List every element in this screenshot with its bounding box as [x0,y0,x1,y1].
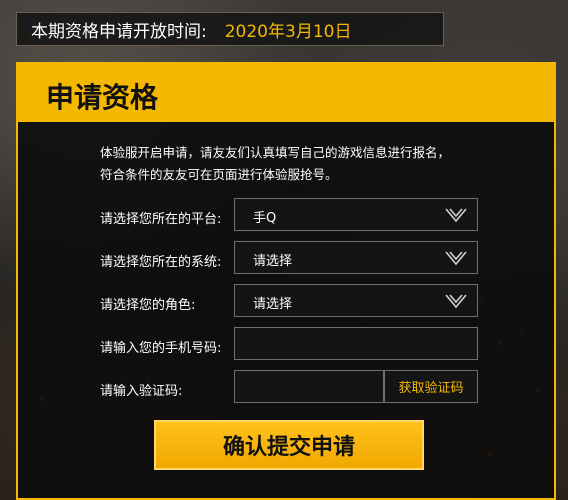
application-period-date: 2020年3月10日 [224,21,352,42]
verification-code-input[interactable] [234,370,384,403]
system-label: 请选择您所在的系统: [100,255,222,270]
submit-application-button[interactable]: 确认提交申请 [154,420,424,470]
application-period-label: 本期资格申请开放时间: [31,21,207,42]
role-label: 请选择您的角色: [100,298,196,313]
role-select[interactable]: 请选择 [234,284,478,317]
phone-label: 请输入您的手机号码: [100,341,222,356]
platform-label: 请选择您所在的平台: [100,212,222,227]
chevron-down-icon [445,251,467,266]
intro-line-2: 符合条件的友友可在页面进行体验服抢号。 [100,167,338,182]
application-panel: 申请资格 体验服开启申请，请友友们认真填写自己的游戏信息进行报名， 符合条件的友… [16,62,556,500]
chevron-down-icon [445,294,467,309]
platform-select[interactable]: 手Q [234,198,478,231]
panel-title: 申请资格 [46,81,159,114]
intro-line-1: 体验服开启申请，请友友们认真填写自己的游戏信息进行报名， [100,145,451,160]
application-period-banner: 本期资格申请开放时间: 2020年3月10日 [16,12,444,46]
code-label: 请输入验证码: [100,384,183,399]
phone-input[interactable] [234,327,478,360]
role-select-value: 请选择 [253,297,293,312]
system-select[interactable]: 请选择 [234,241,478,274]
system-select-value: 请选择 [253,254,293,269]
panel-header: 申请资格 [18,64,554,122]
get-code-button[interactable]: 获取验证码 [384,370,478,403]
chevron-down-icon [445,208,467,223]
intro-text: 体验服开启申请，请友友们认真填写自己的游戏信息进行报名， 符合条件的友友可在页面… [100,142,520,186]
platform-select-value: 手Q [253,211,277,226]
